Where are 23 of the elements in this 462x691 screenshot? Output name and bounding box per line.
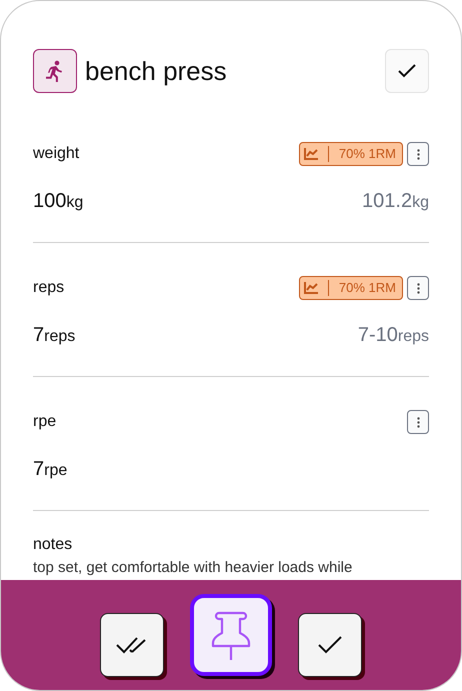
exercise-title: bench press — [85, 58, 227, 84]
field-label: rpe — [33, 412, 56, 432]
runner-icon — [33, 49, 77, 93]
field-value[interactable]: 7reps — [33, 320, 76, 350]
field-label: weight — [33, 144, 80, 164]
more-icon — [416, 282, 420, 294]
check-icon — [398, 64, 416, 78]
field-label: reps — [33, 278, 64, 298]
line-chart-icon — [304, 282, 318, 294]
target-value: 7-10reps — [358, 323, 429, 348]
target-value: 101.2kg — [362, 189, 429, 214]
more-icon — [416, 416, 420, 428]
complete-button[interactable] — [385, 49, 429, 93]
check-icon — [317, 634, 343, 654]
line-chart-icon — [304, 148, 318, 160]
notes-label: notes — [33, 535, 74, 555]
notes-text[interactable]: top set, get comfortable with heavier loads while — [33, 557, 429, 580]
field-value[interactable]: 100kg — [33, 186, 84, 216]
more-button[interactable] — [407, 276, 429, 300]
more-icon — [416, 148, 420, 160]
field-value[interactable]: 7rpe — [33, 454, 68, 484]
more-button[interactable] — [407, 142, 429, 166]
more-button[interactable] — [407, 410, 429, 434]
